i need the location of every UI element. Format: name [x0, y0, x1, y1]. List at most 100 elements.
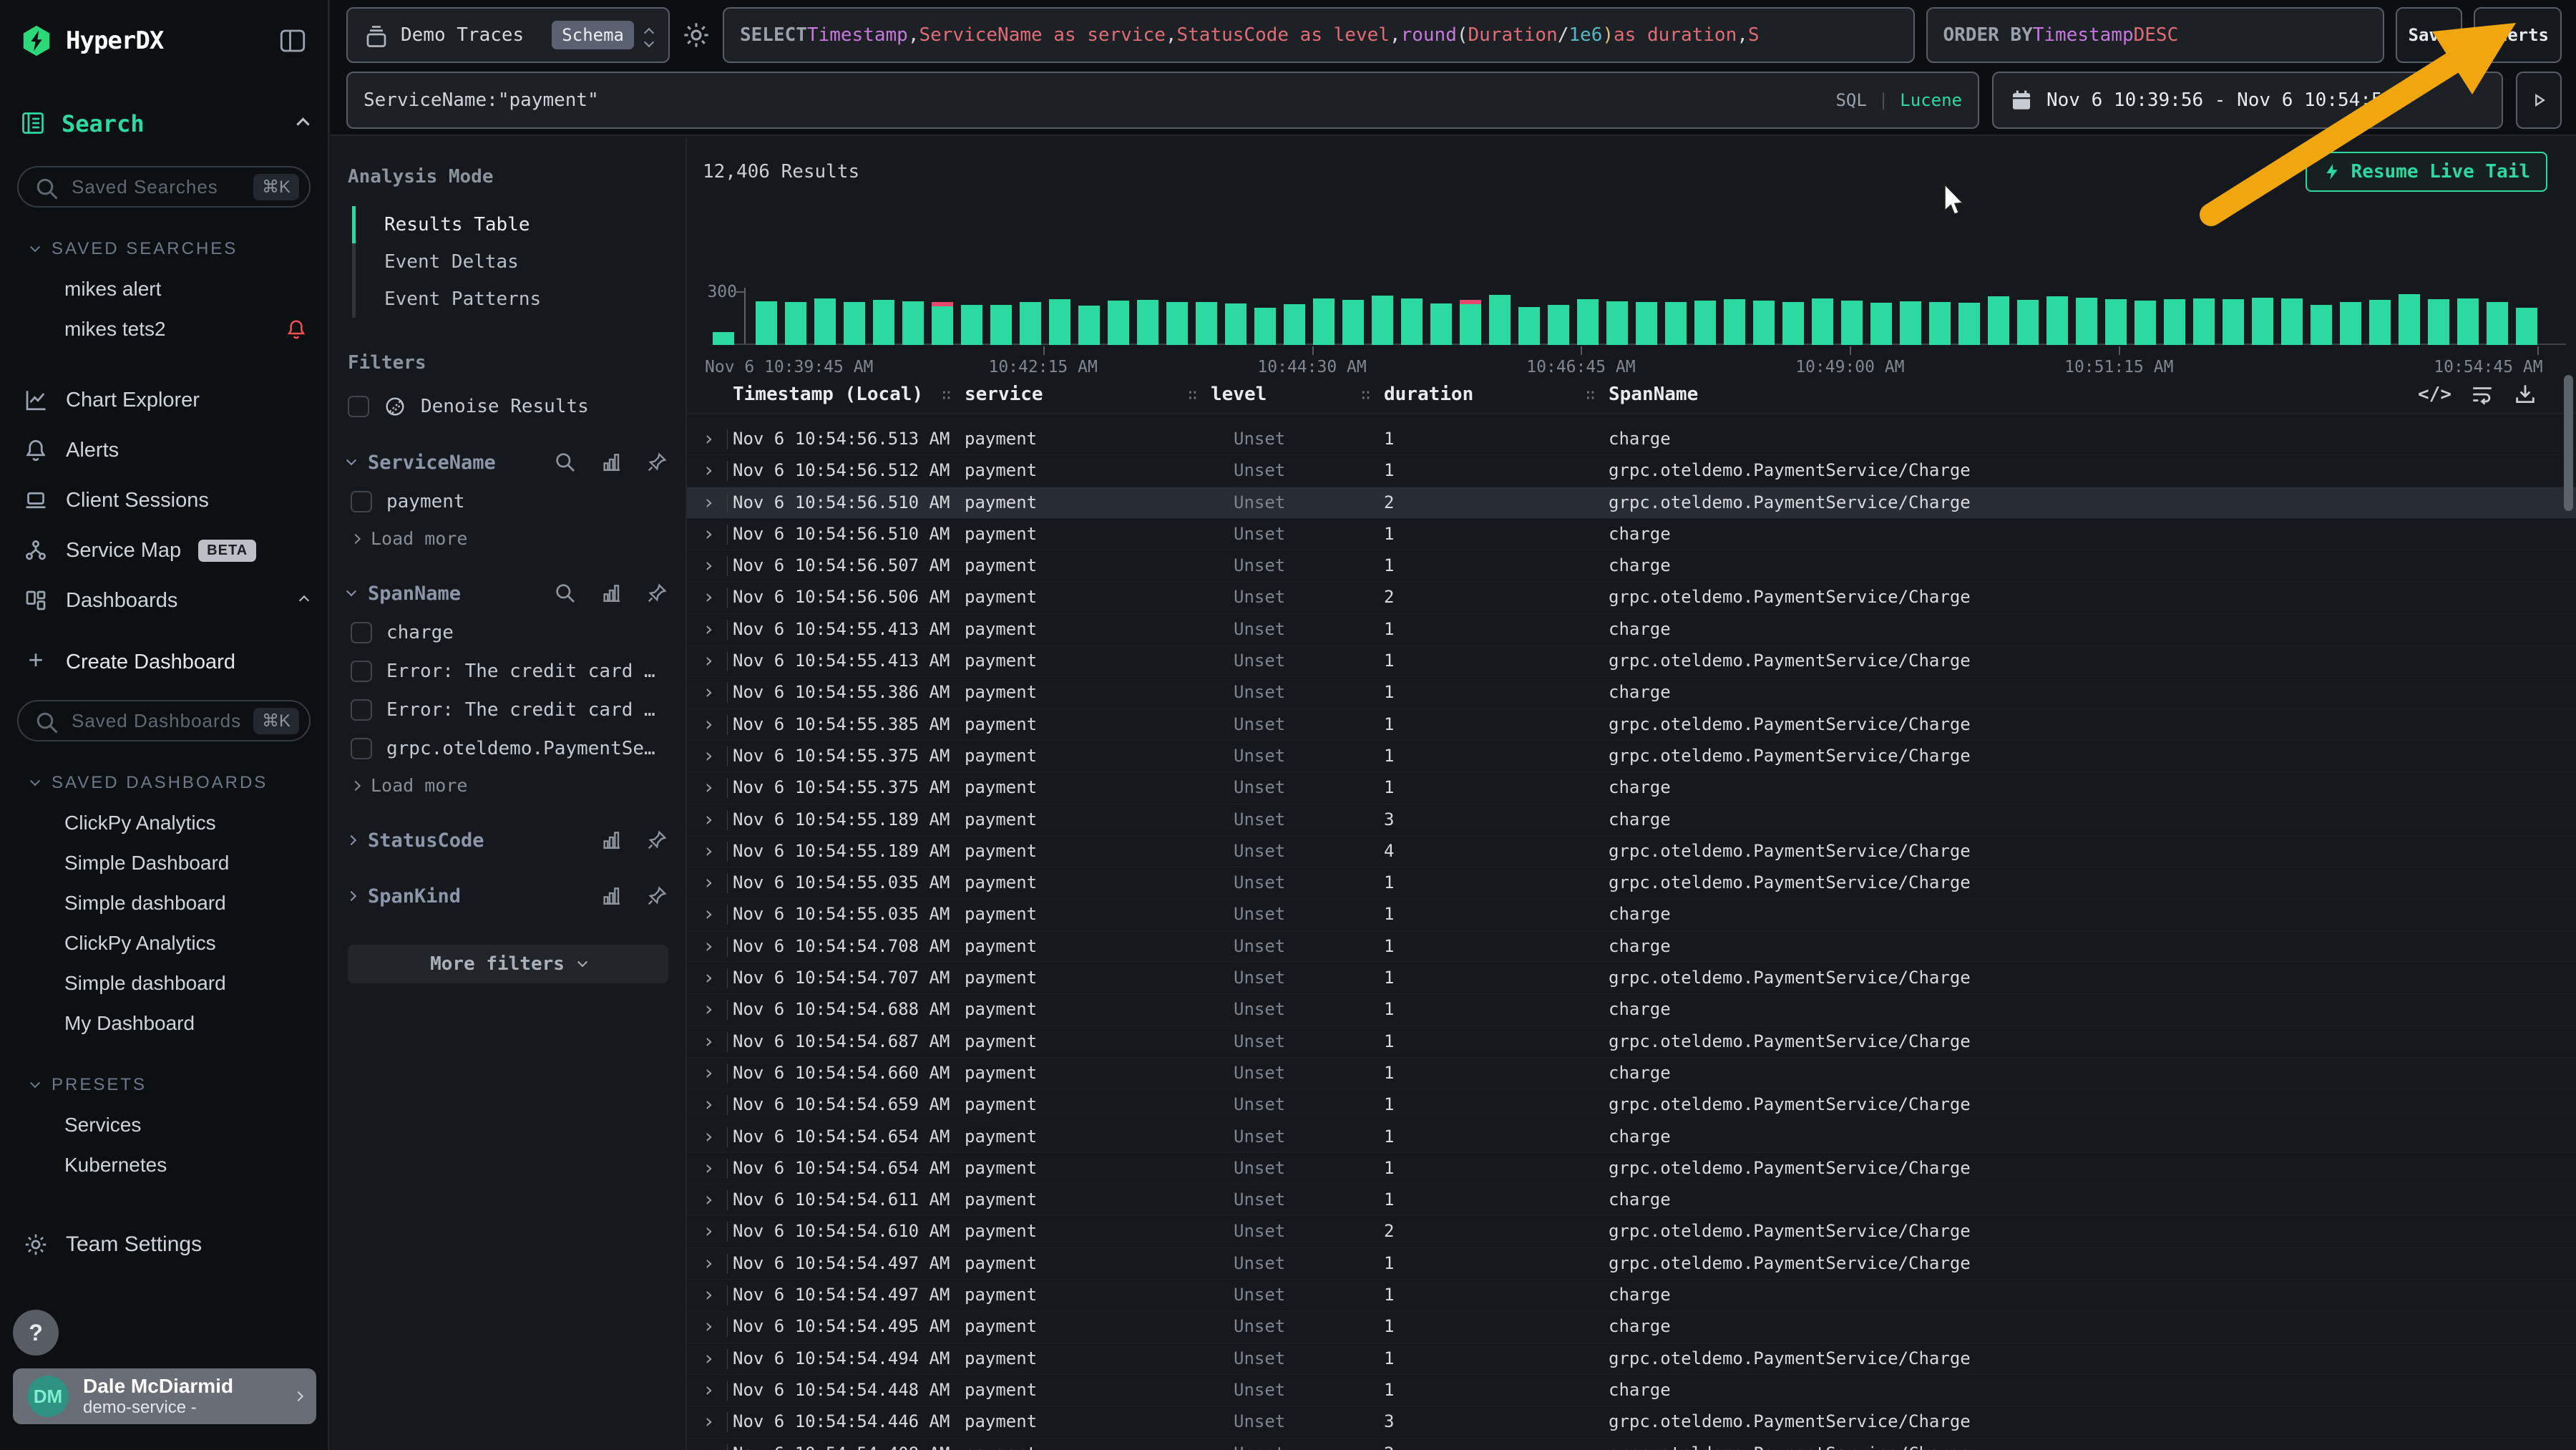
table-row[interactable]: ›Nov 6 10:54:54.448 AMpaymentUnset1charg… — [687, 1375, 2576, 1406]
histogram-bar[interactable] — [2369, 300, 2391, 345]
column-header-timestamp-local-[interactable]: Timestamp (Local) — [733, 384, 923, 405]
row-expander-icon[interactable]: › — [703, 965, 715, 989]
filter-group-servicename[interactable]: ServiceName — [348, 451, 668, 474]
load-more-button[interactable]: Load more — [352, 528, 668, 549]
row-expander-icon[interactable]: › — [703, 1061, 715, 1084]
histogram-bar[interactable] — [2487, 302, 2508, 345]
filter-chart-icon[interactable] — [600, 451, 623, 474]
histogram-bar[interactable] — [1694, 301, 1716, 345]
table-row[interactable]: ›Nov 6 10:54:56.506 AMpaymentUnset2grpc.… — [687, 582, 2576, 613]
filter-chart-icon[interactable] — [600, 885, 623, 908]
saved-searches-section[interactable]: SAVED SEARCHES — [31, 239, 308, 259]
histogram-bar[interactable] — [2281, 298, 2303, 345]
filter-pin-icon[interactable] — [645, 582, 668, 605]
column-drag-handle-icon[interactable]: ∷ — [1586, 386, 1593, 404]
histogram-bar[interactable] — [2516, 308, 2537, 345]
histogram-bar[interactable] — [1870, 303, 1892, 345]
table-row[interactable]: ›Nov 6 10:54:56.507 AMpaymentUnset1charg… — [687, 550, 2576, 582]
column-drag-handle-icon[interactable]: ∷ — [1361, 386, 1368, 404]
histogram-bar[interactable] — [1196, 302, 1217, 345]
histogram-bar[interactable] — [1724, 299, 1745, 345]
source-settings-gear-icon[interactable] — [681, 20, 711, 50]
saved-dashboard-item[interactable]: ClickPy Analytics — [20, 923, 308, 963]
histogram-bar[interactable] — [1665, 302, 1687, 345]
table-row[interactable]: ›Nov 6 10:54:54.497 AMpaymentUnset1charg… — [687, 1280, 2576, 1311]
table-row[interactable]: ›Nov 6 10:54:55.189 AMpaymentUnset4grpc.… — [687, 836, 2576, 867]
histogram-bar[interactable] — [2193, 298, 2215, 345]
row-expander-icon[interactable]: › — [703, 997, 715, 1021]
row-expander-icon[interactable]: › — [703, 1409, 715, 1433]
row-expander-icon[interactable]: › — [703, 934, 715, 958]
histogram-bar[interactable] — [1606, 301, 1628, 345]
column-header-service[interactable]: service — [965, 384, 1043, 405]
column-header-duration[interactable]: duration — [1384, 384, 1473, 405]
histogram-bar[interactable] — [1489, 295, 1511, 345]
row-expander-icon[interactable]: › — [703, 1441, 715, 1450]
filter-chart-icon[interactable] — [600, 829, 623, 852]
filter-chart-icon[interactable] — [600, 582, 623, 605]
histogram-bar[interactable] — [1225, 303, 1246, 345]
saved-dashboard-item[interactable]: Simple dashboard — [20, 883, 308, 923]
histogram-bar[interactable] — [873, 300, 894, 345]
sidebar-item-service-map[interactable]: Service MapBETA — [0, 525, 328, 575]
table-row[interactable]: ›Nov 6 10:54:54.687 AMpaymentUnset1grpc.… — [687, 1026, 2576, 1058]
sql-orderby-input[interactable]: ORDER BY Timestamp DESC — [1926, 7, 2384, 63]
run-query-button[interactable] — [2516, 72, 2562, 129]
histogram-bar[interactable] — [1401, 298, 1423, 345]
histogram-bar[interactable] — [713, 332, 734, 345]
row-expander-icon[interactable]: › — [703, 585, 715, 608]
column-header-level[interactable]: level — [1211, 384, 1267, 405]
row-expander-icon[interactable]: › — [703, 1187, 715, 1211]
load-more-button[interactable]: Load more — [352, 775, 668, 796]
saved-dashboards-input[interactable]: Saved Dashboards ⌘K — [17, 700, 311, 741]
table-row[interactable]: ›Nov 6 10:54:55.189 AMpaymentUnset3charg… — [687, 804, 2576, 836]
chevron-up-icon[interactable] — [296, 117, 309, 130]
source-selector[interactable]: Demo Traces Schema — [346, 7, 670, 63]
table-row[interactable]: ›Nov 6 10:54:55.413 AMpaymentUnset1grpc.… — [687, 646, 2576, 677]
filter-checkbox[interactable] — [351, 622, 372, 643]
presets-section[interactable]: PRESETS — [31, 1075, 308, 1095]
preset-item[interactable]: Kubernetes — [20, 1145, 308, 1185]
filter-checkbox[interactable] — [351, 738, 372, 759]
histogram-bar[interactable] — [2457, 298, 2479, 345]
more-filters-button[interactable]: More filters — [348, 945, 668, 983]
sidebar-collapse-icon[interactable] — [278, 26, 308, 56]
histogram-bar[interactable] — [2046, 296, 2068, 345]
row-expander-icon[interactable]: › — [703, 1251, 715, 1275]
table-row[interactable]: ›Nov 6 10:54:54.495 AMpaymentUnset1charg… — [687, 1311, 2576, 1343]
histogram-bar[interactable] — [1049, 299, 1070, 345]
row-expander-icon[interactable]: › — [703, 1283, 715, 1306]
filter-checkbox[interactable] — [351, 661, 372, 682]
create-dashboard-button[interactable]: + Create Dashboard — [0, 637, 328, 687]
histogram-bar[interactable] — [1254, 308, 1276, 345]
histogram-bar[interactable] — [1020, 302, 1041, 345]
histogram-bar[interactable] — [2311, 305, 2332, 345]
table-row[interactable]: ›Nov 6 10:54:54.494 AMpaymentUnset1grpc.… — [687, 1343, 2576, 1375]
histogram-bar[interactable] — [1636, 302, 1657, 345]
row-expander-icon[interactable]: › — [703, 839, 715, 862]
histogram-bar[interactable] — [785, 302, 806, 345]
resume-live-tail-button[interactable]: Resume Live Tail — [2306, 152, 2547, 192]
denoise-checkbox-row[interactable]: Denoise Results — [348, 395, 668, 418]
histogram-bar[interactable] — [932, 302, 953, 345]
row-expander-icon[interactable]: › — [703, 490, 715, 514]
histogram-bar[interactable] — [1313, 298, 1335, 345]
row-expander-icon[interactable]: › — [703, 1124, 715, 1148]
sql-select-input[interactable]: SELECT Timestamp, ServiceName as service… — [723, 7, 1915, 63]
toggle-lucene[interactable]: Lucene — [1900, 90, 1962, 110]
alerts-button[interactable]: Alerts — [2474, 7, 2562, 63]
histogram-bar[interactable] — [814, 298, 836, 345]
histogram-bar[interactable] — [2135, 301, 2156, 345]
saved-dashboard-item[interactable]: ClickPy Analytics — [20, 803, 308, 843]
histogram-bar[interactable] — [1900, 301, 1921, 345]
analysis-mode-results-table[interactable]: Results Table — [352, 206, 668, 243]
download-icon[interactable] — [2513, 382, 2537, 407]
histogram-bar[interactable] — [902, 301, 924, 345]
row-expander-icon[interactable]: › — [703, 427, 715, 450]
filter-option[interactable]: Error: The credit card … — [351, 699, 668, 721]
filter-option[interactable]: charge — [351, 622, 668, 643]
filter-group-statuscode[interactable]: StatusCode — [348, 829, 668, 852]
histogram-bar[interactable] — [2340, 302, 2361, 345]
histogram-bar[interactable] — [1372, 296, 1393, 345]
filter-option[interactable]: grpc.oteldemo.PaymentSe… — [351, 738, 668, 759]
